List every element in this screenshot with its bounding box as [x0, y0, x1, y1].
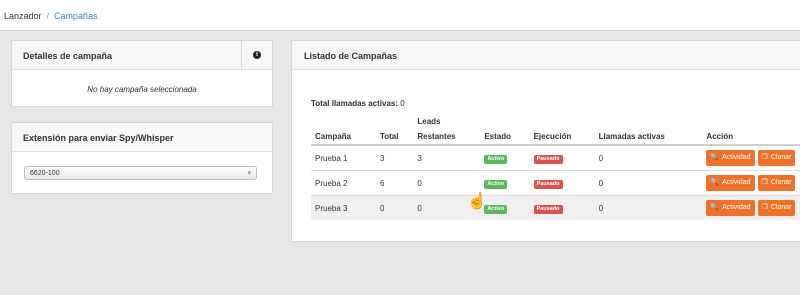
campaign-list-panel: Listado de Campañas Total llamadas activ… [291, 40, 800, 242]
info-button[interactable]: i [241, 41, 272, 69]
campaign-name: Prueba 2 [311, 170, 376, 196]
clone-button-label: Clonar [770, 154, 792, 161]
clone-button[interactable]: ❐ Clonar [757, 175, 796, 191]
search-icon: 🔍 [710, 179, 720, 186]
copy-icon: ❐ [761, 179, 768, 186]
active-calls: 0 [594, 170, 703, 196]
table-header: Campaña Total Restantes Estado Ejecución… [311, 128, 800, 146]
panel-header: Listado de Campañas [292, 41, 800, 70]
total-active-calls-value: 0 [400, 99, 405, 108]
campaign-details-panel: Detalles de campaña i No hay campaña sel… [11, 40, 273, 107]
execution-badge: Pausado [533, 204, 563, 214]
clone-button-label: Clonar [770, 204, 792, 211]
activity-button-label: Actividad [722, 179, 751, 186]
column-header: Acción [702, 128, 800, 146]
panel-title: Extensión para enviar Spy/Whisper [23, 133, 174, 143]
clone-button[interactable]: ❐ Clonar [757, 150, 796, 166]
leads-group-header: Leads [417, 116, 441, 126]
column-header: Ejecución [529, 128, 595, 146]
search-icon: 🔍 [710, 154, 720, 161]
breadcrumb-root[interactable]: Lanzador [4, 11, 42, 21]
status-badge: Activo [484, 154, 508, 164]
active-calls: 0 [594, 144, 703, 171]
search-icon: 🔍 [710, 204, 720, 211]
activity-button[interactable]: 🔍 Actividad [706, 200, 755, 216]
total-active-calls: Total llamadas activas: 0 [311, 99, 405, 108]
leads-remaining: 0 [413, 170, 481, 196]
empty-message: No hay campaña seleccionada [87, 85, 197, 94]
spy-whisper-extension-panel: Extensión para enviar Spy/Whisper 6620-1… [11, 122, 273, 194]
campaigns-table: Leads Campaña Total Restantes Estado Eje… [311, 114, 800, 220]
leads-remaining: 3 [413, 144, 481, 171]
clone-button-label: Clonar [770, 179, 792, 186]
chevron-down-icon: ▾ [247, 170, 251, 177]
table-row[interactable]: Prueba 2 6 0 Activo Pausado 0 🔍 Actividad… [311, 170, 800, 196]
top-bar: Lanzador / Campañas [0, 0, 800, 31]
panel-header: Detalles de campaña i [12, 41, 272, 70]
leads-total: 6 [375, 170, 414, 196]
copy-icon: ❐ [761, 154, 768, 161]
column-header: Restantes [413, 128, 481, 146]
clone-button[interactable]: ❐ Clonar [757, 200, 796, 216]
extension-select[interactable]: 6620-100 ▾ [24, 166, 257, 180]
leads-total: 3 [375, 144, 414, 171]
status-badge: Activo [484, 179, 508, 189]
column-header: Campaña [311, 128, 376, 146]
campaign-name: Prueba 1 [311, 144, 376, 171]
column-header: Llamadas activas [594, 128, 703, 146]
copy-icon: ❐ [761, 204, 768, 211]
table-header-group: Leads [311, 114, 800, 128]
execution-badge: Pausado [533, 154, 563, 164]
leads-remaining: 0 [413, 195, 481, 220]
panel-title: Listado de Campañas [304, 51, 398, 61]
active-calls: 0 [594, 195, 703, 220]
activity-button[interactable]: 🔍 Actividad [706, 150, 755, 166]
breadcrumb-separator: / [46, 11, 50, 21]
activity-button-label: Actividad [722, 154, 751, 161]
total-active-calls-label: Total llamadas activas: [311, 99, 398, 108]
activity-button[interactable]: 🔍 Actividad [706, 175, 755, 191]
panel-title: Detalles de campaña [23, 51, 113, 61]
table-row[interactable]: Prueba 1 3 3 Activo Pausado 0 🔍 Actividad… [311, 144, 800, 171]
leads-total: 0 [375, 195, 414, 220]
info-icon: i [253, 51, 261, 59]
activity-button-label: Actividad [722, 204, 751, 211]
column-header: Estado [480, 128, 530, 146]
status-badge: Activo [484, 204, 508, 214]
breadcrumb: Lanzador / Campañas [4, 11, 98, 21]
extension-select-value: 6620-100 [30, 170, 60, 177]
panel-header: Extensión para enviar Spy/Whisper [12, 123, 272, 152]
table-row[interactable]: Prueba 3 0 0 Activo Pausado 0 🔍 Actividad… [311, 195, 800, 220]
execution-badge: Pausado [533, 179, 563, 189]
breadcrumb-current[interactable]: Campañas [54, 11, 98, 21]
column-header: Total [375, 128, 414, 146]
campaign-name: Prueba 3 [311, 195, 376, 220]
